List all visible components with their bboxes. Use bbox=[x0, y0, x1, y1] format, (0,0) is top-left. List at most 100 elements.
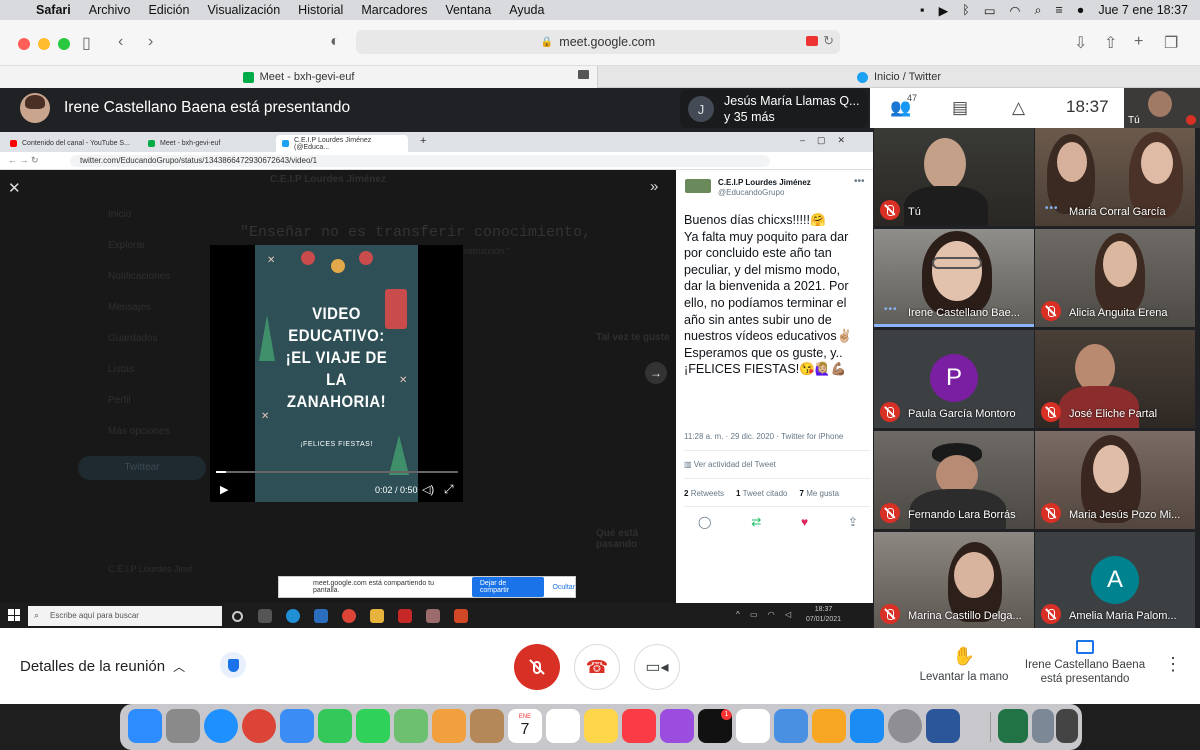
activities-icon[interactable]: △ bbox=[1012, 98, 1025, 118]
menu-historial[interactable]: Historial bbox=[298, 3, 343, 17]
participant-name: Maria Jesús Pozo Mi... bbox=[1069, 509, 1181, 521]
tweet-stats: 2 Retweets 1 Tweet citado 7 Me gusta bbox=[684, 489, 839, 498]
ghost-nav-listas: Listas bbox=[108, 364, 135, 375]
activity-icon: ▥ bbox=[684, 460, 694, 469]
muted-icon bbox=[1041, 604, 1061, 624]
zoom-window-button[interactable] bbox=[58, 38, 70, 50]
chat-icon[interactable]: ▤ bbox=[952, 98, 968, 118]
menu-ayuda[interactable]: Ayuda bbox=[509, 3, 544, 17]
preview-icon[interactable] bbox=[1032, 709, 1054, 743]
ghost-nav-inicio: Inicio bbox=[108, 209, 132, 220]
printer-icon[interactable] bbox=[1056, 709, 1078, 743]
music-icon[interactable] bbox=[622, 709, 656, 743]
pages-icon[interactable] bbox=[812, 709, 846, 743]
menu-marcadores[interactable]: Marcadores bbox=[361, 3, 427, 17]
close-window-button[interactable] bbox=[18, 38, 30, 50]
active-speaker-chip[interactable]: J Jesús María Llamas Q... y 35 más bbox=[680, 90, 868, 128]
self-view-thumbnail[interactable]: Tú bbox=[1124, 88, 1200, 128]
meeting-details-button[interactable]: Detalles de la reunión ︿ bbox=[20, 658, 185, 675]
play-status-icon[interactable]: ▶ bbox=[939, 3, 949, 18]
camera-in-use-icon[interactable] bbox=[806, 36, 818, 46]
presenting-button[interactable]: Irene Castellano Baena está presentando bbox=[1020, 640, 1150, 686]
downloads-icon[interactable]: ⇩ bbox=[1074, 33, 1087, 53]
menu-edicion[interactable]: Edición bbox=[148, 3, 189, 17]
safari-icon[interactable] bbox=[204, 709, 238, 743]
participant-tile[interactable]: ••• Irene Castellano Bae... bbox=[874, 229, 1034, 327]
battery-icon[interactable]: ▭ bbox=[984, 3, 996, 18]
more-options-icon[interactable]: ⋮ bbox=[1164, 654, 1182, 675]
keynote-icon[interactable] bbox=[774, 709, 808, 743]
chrome-icon[interactable] bbox=[242, 709, 276, 743]
microphone-toggle-button[interactable] bbox=[514, 644, 560, 690]
finder-icon[interactable] bbox=[128, 709, 162, 743]
participant-tile[interactable]: Marina Castillo Delga... bbox=[874, 532, 1034, 630]
new-tab-icon[interactable]: + bbox=[1134, 33, 1143, 51]
participant-tile[interactable]: A Amelia Maria Palom... bbox=[1035, 532, 1195, 630]
meet-top-right-bar: 👥 47 ▤ △ 18:37 Tú bbox=[870, 88, 1200, 128]
minimize-window-button[interactable] bbox=[38, 38, 50, 50]
video-subtitle: ¡FELICES FIESTAS! bbox=[300, 441, 373, 448]
back-icon[interactable]: ‹ bbox=[118, 33, 123, 51]
control-center-icon[interactable]: ≡ bbox=[1055, 3, 1062, 17]
tab-meet[interactable]: Meet - bxh-gevi-euf bbox=[0, 66, 597, 88]
forward-icon[interactable]: › bbox=[148, 33, 153, 51]
participant-tile[interactable]: ••• Maria Corral García bbox=[1035, 128, 1195, 226]
tweet-activity: ▥ Ver actividad del Tweet bbox=[684, 460, 776, 469]
bluetooth-icon[interactable]: ᛒ bbox=[962, 3, 970, 17]
podcasts-icon[interactable] bbox=[660, 709, 694, 743]
facetime-icon[interactable] bbox=[318, 709, 352, 743]
app-store-icon[interactable] bbox=[850, 709, 884, 743]
tab-overview-icon[interactable]: ❐ bbox=[1164, 33, 1178, 53]
facetime-status-icon[interactable]: ▪ bbox=[920, 3, 924, 17]
reminders-icon[interactable] bbox=[546, 709, 580, 743]
security-shield-icon[interactable] bbox=[220, 652, 246, 678]
video-title-line: LA bbox=[326, 370, 347, 389]
participant-tile[interactable]: José Eliche Partal bbox=[1035, 330, 1195, 428]
menu-ventana[interactable]: Ventana bbox=[445, 3, 491, 17]
menu-visualizacion[interactable]: Visualización bbox=[207, 3, 280, 17]
acrobat-icon bbox=[398, 609, 412, 623]
participant-tile[interactable]: Tú bbox=[874, 128, 1034, 226]
launchpad-icon[interactable] bbox=[166, 709, 200, 743]
numbers-icon[interactable] bbox=[736, 709, 770, 743]
tweet-actions: ◯ ⇄ ♥ ⇪ bbox=[698, 515, 858, 529]
participant-tile[interactable]: Maria Jesús Pozo Mi... bbox=[1035, 431, 1195, 529]
tab-twitter[interactable]: Inicio / Twitter bbox=[597, 66, 1200, 88]
leave-call-button[interactable]: ☎ bbox=[574, 644, 620, 690]
privacy-shield-icon[interactable]: ◐ bbox=[330, 33, 340, 51]
dock-separator bbox=[990, 712, 991, 742]
address-text: meet.google.com bbox=[559, 35, 656, 49]
notes-icon[interactable] bbox=[584, 709, 618, 743]
participant-tile[interactable]: Fernando Lara Borrás bbox=[874, 431, 1034, 529]
wifi-icon[interactable]: ◠ bbox=[1010, 3, 1021, 18]
contacts-icon[interactable] bbox=[470, 709, 504, 743]
participant-tile[interactable]: P Paula García Montoro bbox=[874, 330, 1034, 428]
safari-toolbar: ▯ ‹ › ◐ 🔒 meet.google.com ↻ ⇩ ⇧ + ❐ bbox=[0, 20, 1200, 66]
system-preferences-icon[interactable] bbox=[888, 709, 922, 743]
meet-controls-bar: Detalles de la reunión ︿ ☎ ▭◂ ✋ Levantar … bbox=[0, 628, 1200, 704]
video-title-line: EDUCATIVO: bbox=[288, 326, 385, 345]
snowflake-icon: ✕ bbox=[267, 255, 276, 266]
apple-tv-icon[interactable]: 1 bbox=[698, 709, 732, 743]
share-icon[interactable]: ⇧ bbox=[1104, 33, 1117, 53]
photos-icon[interactable] bbox=[432, 709, 466, 743]
spotlight-icon[interactable]: ⌕ bbox=[1034, 3, 1041, 18]
menu-archivo[interactable]: Archivo bbox=[89, 3, 131, 17]
menubar-clock[interactable]: Jue 7 ene 18:37 bbox=[1098, 3, 1188, 17]
mail-icon[interactable] bbox=[280, 709, 314, 743]
reload-icon[interactable]: ↻ bbox=[823, 33, 834, 49]
participant-tile[interactable]: Alicia Anguita Erena bbox=[1035, 229, 1195, 327]
address-bar[interactable]: 🔒 meet.google.com ↻ bbox=[356, 30, 840, 54]
camera-toggle-button[interactable]: ▭◂ bbox=[634, 644, 680, 690]
menu-safari[interactable]: Safari bbox=[36, 3, 71, 17]
word-icon[interactable] bbox=[926, 709, 960, 743]
tweet-activity-label: Ver actividad del Tweet bbox=[693, 460, 776, 469]
excel-icon[interactable] bbox=[998, 709, 1028, 743]
maps-icon[interactable] bbox=[394, 709, 428, 743]
sidebar-icon[interactable]: ▯ bbox=[82, 33, 91, 53]
tweet-line: nuestros vídeos educativos✌🏼 bbox=[684, 329, 853, 344]
messages-icon[interactable] bbox=[356, 709, 390, 743]
siri-icon[interactable]: ● bbox=[1077, 3, 1085, 17]
calendar-icon[interactable]: ENE 7 bbox=[508, 709, 542, 743]
raise-hand-button[interactable]: ✋ Levantar la mano bbox=[916, 646, 1012, 683]
